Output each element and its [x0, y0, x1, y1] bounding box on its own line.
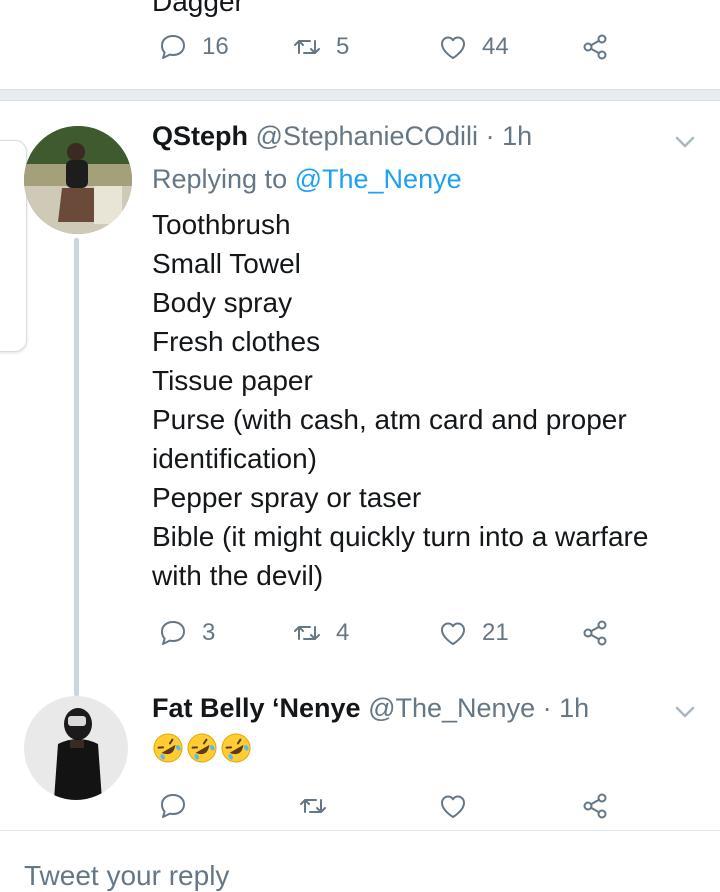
share-icon — [583, 620, 607, 646]
share-button[interactable] — [580, 786, 610, 826]
retweet-button[interactable] — [298, 786, 328, 826]
author-handle[interactable]: @StephanieCOdili — [256, 121, 479, 151]
reply-count: 16 — [202, 33, 229, 60]
tweet2-emojis — [152, 732, 252, 764]
like-count: 44 — [482, 33, 509, 60]
reply-button[interactable]: 16 — [158, 27, 229, 67]
tweet-line: Tissue paper — [152, 365, 313, 396]
retweet-button[interactable]: 5 — [292, 27, 349, 67]
like-button[interactable]: 44 — [438, 27, 509, 67]
share-button[interactable] — [580, 613, 610, 653]
tweet-time[interactable]: · 1h — [486, 121, 533, 151]
avatar-photo-icon — [24, 696, 128, 800]
heart-icon — [441, 795, 465, 818]
tweet2-header: Fat Belly ‘Nenye @The_Nenye · 1h — [152, 693, 589, 724]
tweet-divider — [0, 89, 720, 101]
rolling-on-floor-laughing-emoji-icon — [153, 733, 183, 763]
retweet-count: 4 — [336, 619, 350, 646]
heart-icon — [441, 36, 465, 59]
like-count: 21 — [482, 619, 509, 646]
retweet-count: 5 — [336, 33, 350, 60]
author-handle[interactable]: @The_Nenye — [368, 693, 535, 723]
replying-mention-link[interactable]: @The_Nenye — [295, 164, 462, 194]
reply-icon — [161, 35, 185, 59]
tweet-menu-button[interactable] — [672, 699, 698, 725]
tweet-time[interactable]: · 1h — [543, 693, 590, 723]
tweet-line: Body spray — [152, 287, 293, 318]
author-name[interactable]: QSteph — [152, 121, 248, 151]
retweet-button[interactable]: 4 — [292, 613, 349, 653]
side-panel-edge — [0, 140, 27, 352]
share-button[interactable] — [580, 27, 610, 67]
like-button[interactable]: 21 — [438, 613, 509, 653]
replying-label: Replying to — [152, 164, 288, 194]
reply-count: 3 — [202, 619, 216, 646]
author-name[interactable]: Fat Belly ‘Nenye — [152, 693, 361, 723]
nenye-avatar[interactable] — [24, 696, 128, 800]
tweet1-text: Toothbrush Small Towel Body spray Fresh … — [152, 205, 702, 595]
replying-to: Replying to @The_Nenye — [152, 164, 462, 195]
reply-button[interactable] — [158, 786, 188, 826]
reply-box-separator — [0, 830, 720, 831]
retweet-icon — [294, 626, 320, 640]
tweet1-header: QSteph @StephanieCOdili · 1h — [152, 121, 532, 152]
previous-tweet-text-fragment: Dagger — [152, 0, 244, 17]
reply-icon — [161, 621, 185, 645]
share-icon — [583, 34, 607, 60]
tweet-line: Fresh clothes — [152, 326, 321, 357]
previous-tweet-actions: 16 5 44 — [0, 27, 720, 67]
tweet-line: identification) — [152, 443, 317, 474]
qsteph-avatar[interactable] — [24, 126, 132, 234]
tweet-line: Small Towel — [152, 248, 301, 279]
retweet-icon — [294, 40, 320, 54]
tweet1-actions: 3 4 21 — [0, 613, 720, 653]
like-button[interactable] — [438, 786, 468, 826]
share-icon — [583, 793, 607, 819]
avatar-photo-icon — [24, 126, 132, 234]
tweet-line: with the devil) — [152, 560, 324, 591]
tweet-line: Pepper spray or taser — [152, 482, 422, 513]
chevron-down-icon — [675, 706, 695, 718]
tweet-line: Toothbrush — [152, 209, 291, 240]
tweet-menu-button[interactable] — [672, 129, 698, 155]
retweet-icon — [300, 799, 326, 813]
tweet2-actions — [0, 786, 720, 826]
tweet-line: Purse (with cash, atm card and proper — [152, 404, 627, 435]
rolling-on-floor-laughing-emoji-icon — [221, 733, 251, 763]
chevron-down-icon — [675, 136, 695, 148]
rolling-on-floor-laughing-emoji-icon — [187, 733, 217, 763]
tweet-reply-input[interactable]: Tweet your reply — [24, 860, 229, 892]
heart-icon — [441, 622, 465, 645]
reply-button[interactable]: 3 — [158, 613, 215, 653]
tweet-line: Bible (it might quickly turn into a warf… — [152, 521, 649, 552]
reply-icon — [161, 794, 185, 818]
